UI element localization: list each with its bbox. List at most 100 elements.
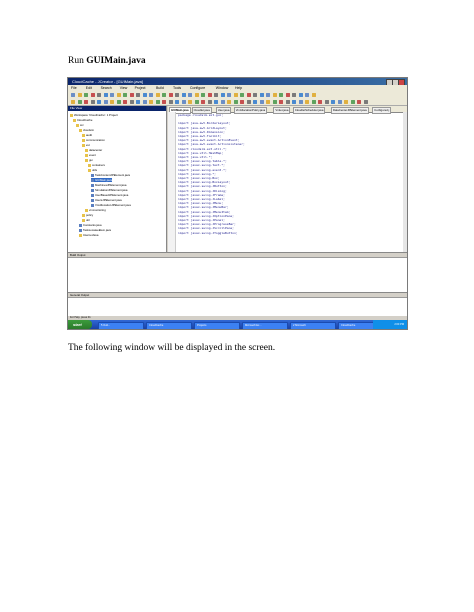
toolbar-button-icon[interactable] [350, 99, 355, 104]
toolbar-button-icon[interactable] [175, 92, 179, 97]
toolbar-button-icon[interactable] [103, 92, 108, 97]
toolbar-button-icon[interactable] [181, 92, 186, 97]
toolbar-button-icon[interactable] [253, 99, 257, 104]
toolbar-button-icon[interactable] [324, 99, 329, 104]
toolbar-button-icon[interactable] [233, 92, 238, 97]
toolbar-button-icon[interactable] [331, 99, 335, 104]
toolbar-button-icon[interactable] [220, 92, 225, 97]
menu-help[interactable]: Help [235, 86, 242, 90]
toolbar-button-icon[interactable] [266, 99, 270, 104]
toolbar-button-icon[interactable] [292, 92, 296, 97]
toolbar-button-icon[interactable] [357, 99, 361, 104]
editor-scrollbar[interactable] [403, 112, 407, 252]
toolbar-button-icon[interactable] [337, 99, 342, 104]
toolbar-button-icon[interactable] [220, 99, 225, 104]
toolbar-button-icon[interactable] [136, 99, 140, 104]
menu-build[interactable]: Build [156, 86, 164, 90]
toolbar-button-icon[interactable] [207, 92, 212, 97]
toolbar-button-icon[interactable] [363, 99, 368, 104]
tree-item[interactable]: vmmonitoring [85, 208, 106, 212]
toolbar-button-icon[interactable] [162, 92, 166, 97]
toolbar-button-icon[interactable] [84, 99, 88, 104]
tree-item[interactable]: gui [85, 158, 93, 162]
toolbar-button-icon[interactable] [311, 92, 316, 97]
toolbar-button-icon[interactable] [298, 99, 303, 104]
toolbar-button-icon[interactable] [168, 99, 173, 104]
tree-item[interactable]: ext [82, 143, 90, 147]
toolbar-button-icon[interactable] [201, 92, 205, 97]
toolbar-button-icon[interactable] [214, 92, 218, 97]
toolbar-button-icon[interactable] [311, 99, 316, 104]
toolbar-button-icon[interactable] [90, 92, 95, 97]
toolbar-button-icon[interactable] [246, 99, 251, 104]
toolbar-button-icon[interactable] [305, 92, 309, 97]
tree-item[interactable]: CloudCache [73, 118, 92, 122]
menu-window[interactable]: Window [216, 86, 228, 90]
toolbar-button-icon[interactable] [168, 92, 173, 97]
tree-item[interactable]: GUIMain.java [91, 178, 112, 182]
toolbar-button-icon[interactable] [155, 99, 160, 104]
toolbar-button-icon[interactable] [201, 99, 205, 104]
menu-file[interactable]: File [71, 86, 77, 90]
toolbar-button-icon[interactable] [149, 99, 153, 104]
start-button[interactable]: start [68, 320, 92, 329]
tree-item[interactable]: UserBasedJPElement.java [91, 193, 128, 197]
toolbar-button-icon[interactable] [233, 99, 238, 104]
toolbar-button-icon[interactable] [116, 92, 121, 97]
toolbar-button-icon[interactable] [110, 99, 114, 104]
taskbar-task[interactable]: 5 Outl... [98, 321, 144, 329]
toolbar-button-icon[interactable] [129, 92, 134, 97]
menu-tools[interactable]: Tools [173, 86, 181, 90]
toolbar-button-icon[interactable] [259, 92, 264, 97]
tab-cloudletscheduler-java[interactable]: CloudletScheduler.java [292, 106, 326, 114]
toolbar-button-icon[interactable] [71, 92, 75, 97]
toolbar-button-icon[interactable] [103, 99, 108, 104]
toolbar-button-icon[interactable] [305, 99, 309, 104]
toolbar-button-icon[interactable] [214, 99, 218, 104]
toolbar-button-icon[interactable] [285, 92, 290, 97]
toolbar-button-icon[interactable] [142, 92, 147, 97]
toolbar-button-icon[interactable] [266, 92, 270, 97]
menu-project[interactable]: Project [135, 86, 146, 90]
toolbar-button-icon[interactable] [155, 92, 160, 97]
code-area[interactable]: package cloudsim.ext.gui; import java.aw… [178, 113, 245, 235]
toolbar-button-icon[interactable] [240, 92, 244, 97]
toolbar-button-icon[interactable] [123, 99, 127, 104]
toolbar-button-icon[interactable] [292, 99, 296, 104]
toolbar-button-icon[interactable] [181, 99, 186, 104]
tree-item[interactable]: InternetJava [79, 233, 98, 237]
tab-vmlet-java[interactable]: Vmlet.java [273, 106, 291, 114]
tree-item[interactable]: Workspace 'CloudCache': 1 Project [70, 113, 118, 117]
toolbar-button-icon[interactable] [90, 99, 95, 104]
tree-item[interactable]: VmAllocationJPElement.java [91, 203, 131, 207]
toolbar-button-icon[interactable] [279, 99, 283, 104]
tree-item[interactable]: datacenter [85, 148, 102, 152]
toolbar-button-icon[interactable] [194, 99, 199, 104]
tree-item[interactable]: policy [82, 213, 93, 217]
toolbar-button-icon[interactable] [77, 92, 82, 97]
toolbar-button-icon[interactable] [77, 99, 82, 104]
tree-item[interactable]: SimulationJPElement.java [91, 188, 128, 192]
tab-datacenterjpelement-java[interactable]: DataCenterJPElement.java [330, 106, 369, 114]
taskbar-task[interactable]: Projects [194, 321, 240, 329]
toolbar-button-icon[interactable] [110, 92, 114, 97]
tree-item[interactable]: UsersJPElement.java [91, 198, 122, 202]
toolbar-button-icon[interactable] [149, 92, 153, 97]
toolbar-button-icon[interactable] [123, 92, 127, 97]
tree-item[interactable]: TaskLocateeElem.java [79, 228, 111, 232]
toolbar-button-icon[interactable] [272, 92, 277, 97]
toolbar-button-icon[interactable] [136, 92, 140, 97]
tree-item[interactable]: event [85, 153, 96, 157]
taskbar-task[interactable]: CloudCache [146, 321, 192, 329]
tree-item[interactable]: communication [82, 138, 105, 142]
menu-view[interactable]: View [120, 86, 128, 90]
toolbar-button-icon[interactable] [227, 99, 231, 104]
toolbar-button-icon[interactable] [97, 92, 101, 97]
taskbar-task[interactable]: Microsoft Ex... [242, 321, 288, 329]
tree-item[interactable]: util [82, 218, 90, 222]
tree-item[interactable]: utils [88, 168, 97, 172]
toolbar-button-icon[interactable] [240, 99, 244, 104]
toolbar-button-icon[interactable] [207, 99, 212, 104]
toolbar-button-icon[interactable] [97, 99, 101, 104]
toolbar-button-icon[interactable] [285, 99, 290, 104]
